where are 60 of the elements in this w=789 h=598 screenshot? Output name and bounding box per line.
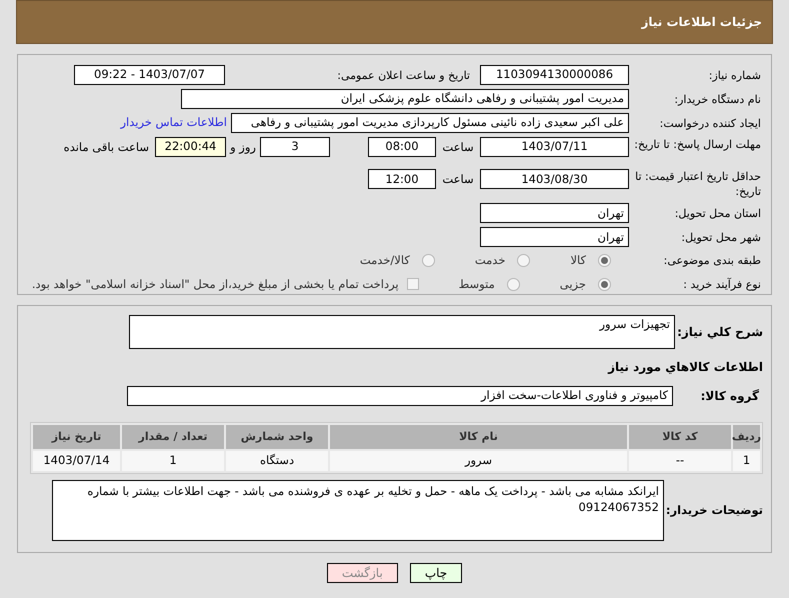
radio-label: کالا/خدمت — [360, 252, 410, 270]
table-cell: 1403/07/14 — [33, 451, 120, 471]
field-label: ایجاد کننده درخواست: — [658, 116, 761, 130]
text-field[interactable]: کامپیوتر و فناوری اطلاعات-سخت افزار — [127, 386, 673, 406]
column-header: نام کالا — [330, 425, 627, 449]
column-header: تاریخ نیاز — [33, 425, 120, 449]
text-field[interactable]: 1403/07/07 - 09:22 — [74, 65, 225, 85]
text-field[interactable]: 12:00 — [368, 169, 436, 190]
field-label: توضیحات خریدار: — [664, 502, 763, 519]
text-field[interactable]: تهران — [480, 203, 629, 224]
radio-label: متوسط — [458, 276, 495, 293]
radio-label: جزیی — [560, 276, 586, 293]
field-label: استان محل تحویل: — [674, 206, 761, 221]
table-cell: 1 — [122, 451, 224, 471]
field-label: شماره نیاز: — [708, 68, 761, 82]
column-header: ردیف — [733, 425, 760, 449]
text-field[interactable]: 1103094130000086 — [480, 65, 629, 85]
text-field[interactable]: علی اکبر سعیدی زاده نائینی مسئول کارپردازی مدیریت امور پشتیبانی و رفاهی — [231, 113, 629, 133]
field-label: نوع فرآیند خرید : — [682, 276, 761, 292]
field-label: حداقل تاریخ اعتبار قیمت: تا تاریخ: — [634, 169, 761, 200]
table-cell: -- — [629, 451, 731, 471]
text-area[interactable]: تجهیزات سرور — [129, 315, 675, 349]
page-title: جزئیات اطلاعات نیاز — [641, 14, 762, 31]
field-label: ساعت — [441, 171, 475, 188]
text-field[interactable]: 1403/08/30 — [480, 169, 629, 190]
field-label: طبقه بندی موضوعی: — [662, 253, 761, 268]
table-cell: دستگاه — [226, 451, 328, 471]
field-label: تاریخ و ساعت اعلان عمومی: — [336, 68, 470, 82]
section-heading: اطلاعات کالاهاي مورد نياز — [606, 359, 763, 376]
field-label: گروه کالا: — [700, 388, 760, 405]
text-field[interactable]: تهران — [480, 227, 629, 248]
radio-label: خدمت — [474, 252, 506, 270]
checkbox[interactable] — [406, 278, 419, 290]
field-label: شرح کلي نياز: — [676, 324, 763, 341]
field-label: روز و — [228, 139, 257, 156]
print-button[interactable]: چاپ — [410, 563, 462, 583]
column-header: کد کالا — [629, 425, 731, 449]
radio-button[interactable] — [506, 278, 520, 291]
text-field[interactable]: 1403/07/11 — [480, 137, 629, 157]
text-field[interactable]: 3 — [260, 137, 330, 157]
radio-button[interactable] — [598, 254, 611, 268]
table-cell: سرور — [330, 451, 627, 471]
field-label: شهر محل تحویل: — [680, 230, 761, 245]
field-label: نام دستگاه خریدار: — [673, 92, 761, 106]
checkbox-label: پرداخت تمام یا بخشی از مبلغ خرید،از محل "اسناد خزانه اسلامی" خواهد بود. — [32, 276, 399, 293]
text-field[interactable]: مدیریت امور پشتیبانی و رفاهی دانشگاه علوم پزشکی ایران — [181, 89, 629, 109]
table-cell: 1 — [733, 451, 760, 471]
field-label: ساعت باقی مانده — [64, 139, 149, 156]
field-label: مهلت ارسال پاسخ: تا تاریخ: — [633, 137, 761, 152]
column-header: واحد شمارش — [226, 425, 328, 449]
text-area[interactable]: ایرانکد مشابه می باشد - پرداخت یک ماهه - حمل و تخلیه بر عهده ی فروشنده می باشد - جهت اطلاعات بیشتر با شماره 09124067352 — [52, 480, 664, 541]
text-field[interactable]: 08:00 — [368, 137, 436, 157]
radio-button[interactable] — [422, 254, 435, 268]
radio-button[interactable] — [517, 254, 530, 268]
countdown-field[interactable]: 22:00:44 — [155, 137, 226, 157]
column-header: تعداد / مقدار — [122, 425, 224, 449]
buyer-contact-link[interactable]: اطلاعات تماس خریدار — [120, 114, 227, 132]
radio-button[interactable] — [598, 278, 611, 291]
field-label: ساعت — [441, 139, 475, 156]
radio-label: کالا — [570, 252, 586, 270]
